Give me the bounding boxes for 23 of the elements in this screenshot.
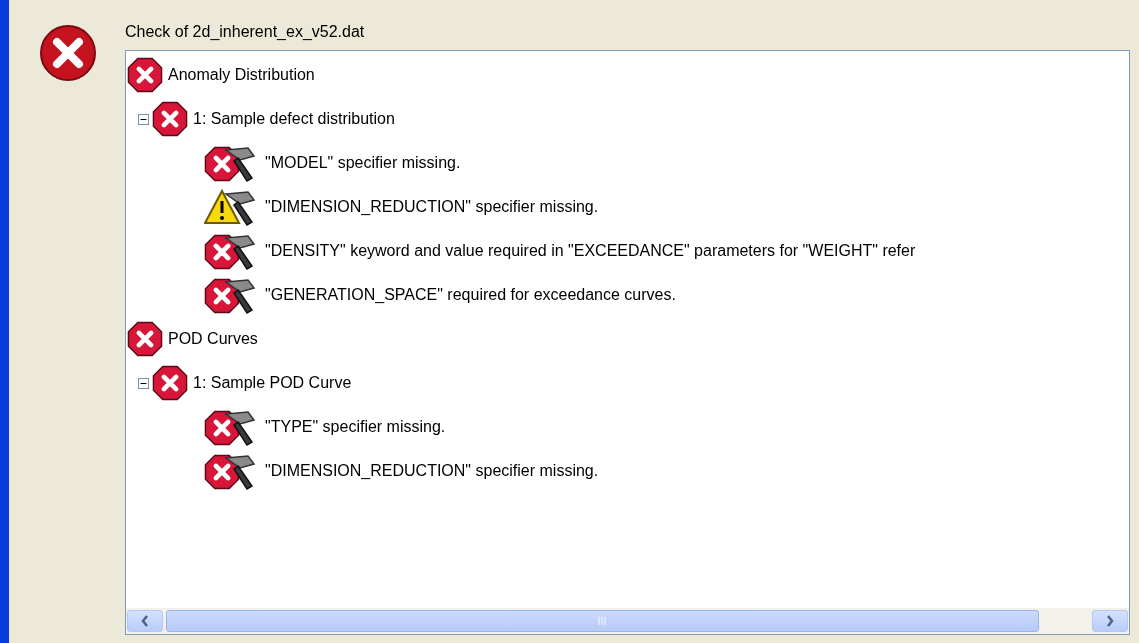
tree-item[interactable]: "MODEL" specifier missing. bbox=[265, 154, 461, 172]
scroll-left-button[interactable] bbox=[127, 610, 163, 632]
chevron-left-icon bbox=[141, 615, 149, 627]
dialog-title: Check of 2d_inherent_ex_v52.dat bbox=[125, 22, 366, 42]
grip-icon bbox=[597, 616, 608, 626]
tree-item[interactable]: "DIMENSION_REDUCTION" specifier missing. bbox=[265, 198, 599, 216]
tree-item[interactable]: 1: Sample POD Curve bbox=[193, 374, 352, 392]
tree-item[interactable]: 1: Sample defect distribution bbox=[193, 110, 395, 128]
chevron-right-icon bbox=[1106, 615, 1114, 627]
error-icon bbox=[152, 365, 188, 401]
tree-item[interactable]: "TYPE" specifier missing. bbox=[265, 418, 446, 436]
scroll-right-button[interactable] bbox=[1092, 610, 1128, 632]
collapse-icon[interactable] bbox=[138, 377, 149, 389]
error-icon bbox=[39, 24, 97, 82]
tree-item[interactable]: "DENSITY" keyword and value required in "EXCEEDANCE" parameters for "WEIGHT" refer bbox=[265, 242, 916, 260]
scroll-thumb[interactable] bbox=[166, 610, 1039, 632]
tree-item[interactable]: "GENERATION_SPACE" required for exceedance curves. bbox=[265, 286, 676, 304]
tree-item[interactable]: POD Curves bbox=[168, 330, 258, 348]
collapse-icon[interactable] bbox=[138, 113, 149, 125]
horizontal-scrollbar[interactable] bbox=[126, 608, 1129, 634]
tree-item[interactable]: Anomaly Distribution bbox=[168, 66, 315, 84]
error-icon bbox=[152, 101, 188, 137]
tree-item[interactable]: "DIMENSION_REDUCTION" specifier missing. bbox=[265, 462, 599, 480]
